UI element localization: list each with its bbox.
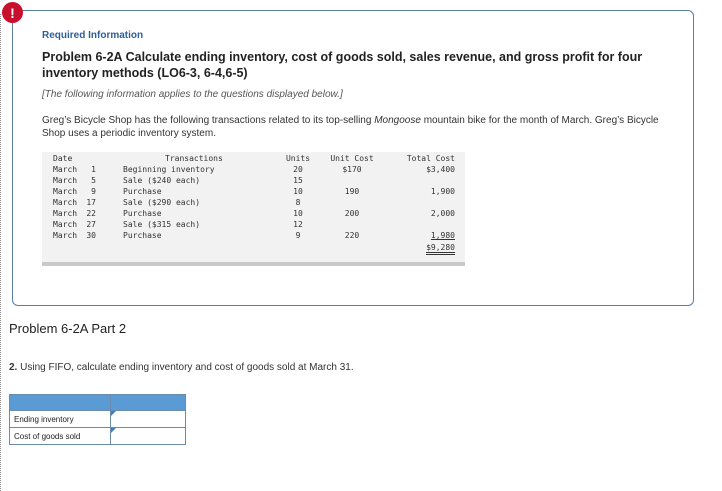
header-cell: [9, 394, 111, 411]
row-unit-cost: 200: [344, 209, 360, 218]
row-unit-cost: 190: [344, 187, 360, 196]
row-description: Purchase: [123, 231, 162, 240]
row-description: Sale ($240 each): [123, 176, 201, 185]
row-day: 22: [86, 209, 96, 218]
required-information-label: Required Information: [42, 30, 144, 41]
row-units: 9: [295, 231, 301, 240]
row-description: Beginning inventory: [123, 165, 215, 174]
row-day: 5: [91, 176, 96, 185]
header-total-cost: Total Cost: [406, 154, 455, 163]
left-dotted-rule: [0, 14, 1, 491]
answer-row-ending-inventory: Ending inventory: [9, 410, 187, 428]
row-unit-cost: 220: [344, 231, 360, 240]
row-month: March: [53, 220, 78, 229]
description-emphasis: Mongoose: [374, 115, 421, 126]
answer-table-header: [9, 394, 187, 411]
row-day: 17: [86, 198, 96, 207]
fifo-answer-table: Ending inventory Cost of goods sold: [9, 394, 187, 445]
header-unit-cost: Unit Cost: [330, 154, 374, 163]
row-day: 27: [86, 220, 96, 229]
row-description: Purchase: [123, 209, 162, 218]
row-unit-cost: $170: [342, 165, 362, 174]
row-units: 8: [295, 198, 301, 207]
ending-inventory-cell: [109, 410, 187, 428]
row-description: Sale ($315 each): [123, 220, 201, 229]
part-title: Problem 6-2A Part 2: [9, 321, 127, 336]
alert-icon: !: [2, 2, 23, 23]
row-units: 15: [293, 176, 303, 185]
question-body: Using FIFO, calculate ending inventory a…: [17, 362, 354, 373]
row-units: 10: [293, 209, 303, 218]
question-text: 2. Using FIFO, calculate ending inventor…: [9, 362, 354, 373]
row-day: 9: [91, 187, 96, 196]
transactions-table: Date Transactions Units Unit Cost Total …: [42, 152, 465, 266]
applies-note: [The following information applies to th…: [42, 89, 343, 100]
row-month: March: [53, 198, 78, 207]
cost-of-goods-sold-input[interactable]: [110, 428, 185, 444]
row-total-cost: 1,980: [430, 231, 455, 240]
ending-inventory-input[interactable]: [110, 411, 185, 427]
header-transactions: Transactions: [165, 154, 223, 163]
row-month: March: [53, 187, 78, 196]
row-month: March: [53, 176, 78, 185]
problem-description: Greg’s Bicycle Shop has the following tr…: [42, 114, 682, 140]
cost-of-goods-sold-label: Cost of goods sold: [9, 427, 111, 445]
cost-of-goods-sold-cell: [109, 427, 187, 445]
row-units: 10: [293, 187, 303, 196]
row-units: 12: [293, 220, 303, 229]
ending-inventory-label: Ending inventory: [9, 410, 111, 428]
description-text: Greg’s Bicycle Shop has the following tr…: [42, 115, 375, 126]
row-day: 30: [86, 231, 96, 240]
row-description: Purchase: [123, 187, 162, 196]
row-total-cost: 2,000: [430, 209, 455, 218]
header-date: Date: [53, 154, 73, 163]
header-units: Units: [285, 154, 311, 163]
row-total-cost: $3,400: [426, 165, 455, 174]
row-units: 20: [293, 165, 303, 174]
grand-total: $9,280: [426, 243, 455, 255]
answer-row-cost-of-goods-sold: Cost of goods sold: [9, 427, 187, 445]
problem-title: Problem 6-2A Calculate ending inventory,…: [42, 50, 643, 80]
row-total-cost: 1,900: [430, 187, 455, 196]
required-information-card: Required Information Problem 6-2A Calcul…: [12, 10, 694, 306]
row-month: March: [53, 209, 78, 218]
row-month: March: [53, 165, 78, 174]
row-description: Sale ($290 each): [123, 198, 201, 207]
row-month: March: [53, 231, 78, 240]
header-cell: [109, 394, 187, 411]
row-day: 1: [91, 165, 96, 174]
grand-total-wrap: $9,280: [401, 243, 455, 255]
